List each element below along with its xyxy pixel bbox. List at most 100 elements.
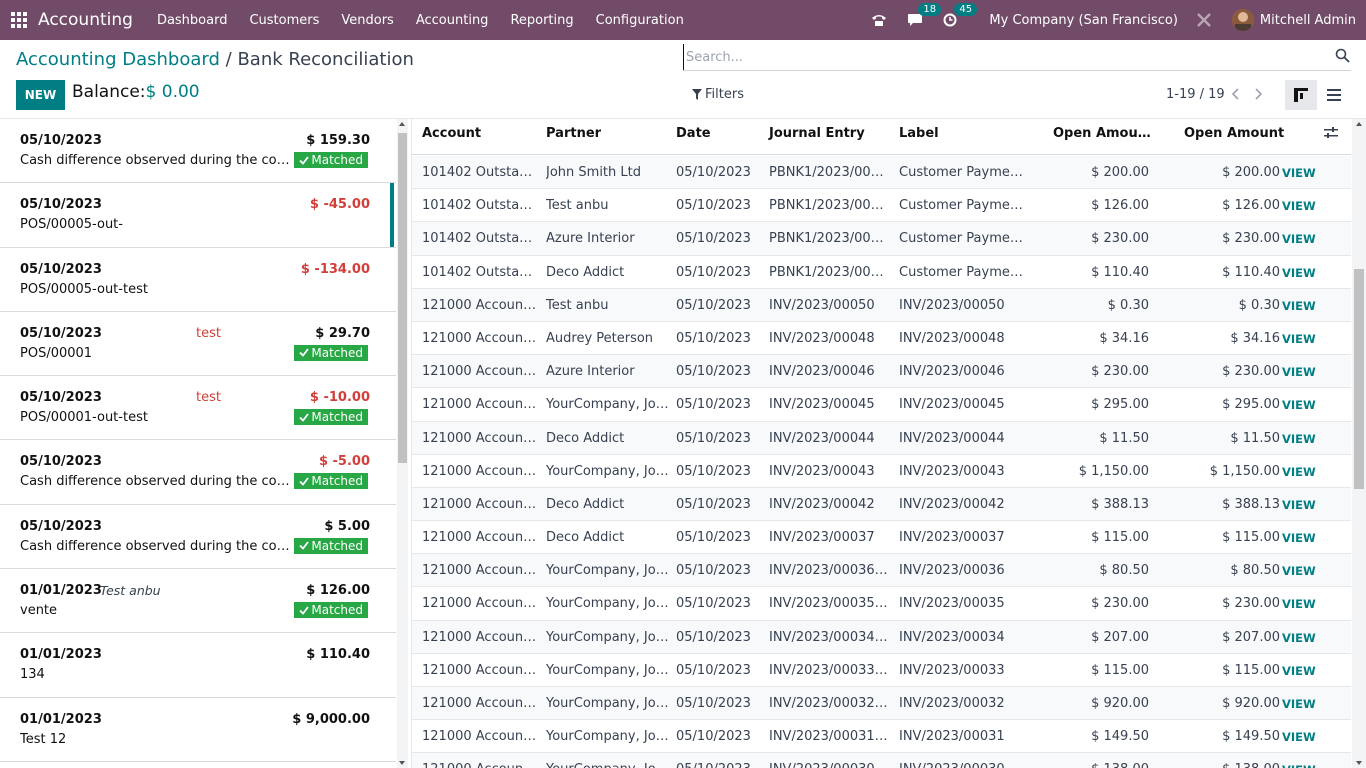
column-date[interactable]: Date (676, 126, 711, 141)
view-button[interactable]: VIEW (1282, 597, 1316, 611)
table-row[interactable]: 121000 Account Receivable YourCompany, Jo… (412, 388, 1351, 422)
view-button[interactable]: VIEW (1282, 398, 1316, 412)
new-button[interactable]: NEW (16, 80, 65, 110)
pager-previous-icon[interactable] (1228, 84, 1244, 104)
table-row[interactable]: 121000 Account Receivable Deco Addict 05/1… (412, 421, 1351, 455)
scrollbar-thumb[interactable] (398, 133, 407, 463)
debug-tools-icon[interactable] (1196, 12, 1212, 28)
view-button[interactable]: VIEW (1282, 266, 1316, 280)
table-row[interactable]: 101402 Outstanding Receipts Test anbu 05/1… (412, 189, 1351, 223)
cell-partner: YourCompany, Joel Willis (546, 397, 670, 413)
view-button[interactable]: VIEW (1282, 664, 1316, 678)
column-partner[interactable]: Partner (546, 126, 601, 141)
view-button[interactable]: VIEW (1282, 166, 1316, 180)
search-icon[interactable] (1335, 48, 1351, 64)
column-label[interactable]: Label (899, 126, 939, 141)
search-input[interactable] (683, 44, 1303, 70)
table-row[interactable]: 101402 Outstanding Receipts John Smith Lt… (412, 156, 1351, 190)
scroll-up-icon[interactable] (399, 122, 405, 126)
scrollbar-thumb[interactable] (1354, 269, 1364, 489)
scroll-down-icon[interactable] (399, 761, 405, 765)
cell-label: INV/2023/00037 (899, 530, 1005, 546)
table-row[interactable]: 121000 Account Receivable Deco Addict 05/1… (412, 487, 1351, 522)
view-button[interactable]: VIEW (1282, 299, 1316, 313)
list-view-icon[interactable] (1320, 80, 1348, 110)
table-row[interactable]: 121000 Account Receivable Deco Addict 05/1… (412, 521, 1351, 555)
view-button[interactable]: VIEW (1282, 465, 1316, 479)
user-menu[interactable]: Mitchell Admin (1260, 13, 1356, 28)
statement-line[interactable]: 05/10/2023 test $ 29.70 POS/00001 Matched (0, 311, 396, 377)
column-account[interactable]: Account (422, 126, 481, 141)
phone-icon[interactable] (871, 13, 887, 27)
view-button[interactable]: VIEW (1282, 498, 1316, 512)
statement-line[interactable]: 05/10/2023 $ -5.00 Cash difference observe… (0, 440, 396, 505)
view-button[interactable]: VIEW (1282, 730, 1316, 744)
apps-menu-icon[interactable] (0, 0, 38, 40)
pager-value[interactable]: 1-19 / 19 (1166, 87, 1225, 102)
table-row[interactable]: 101402 Outstanding Receipts Azure Interio… (412, 222, 1351, 256)
table-row[interactable]: 121000 Account Receivable YourCompany, Jo… (412, 753, 1351, 768)
cell-account: 121000 Account Receivable (422, 496, 540, 512)
column-settings-icon[interactable] (1324, 127, 1340, 143)
cell-partner: Audrey Peterson (546, 330, 654, 346)
scroll-down-icon[interactable] (1356, 761, 1362, 765)
view-button[interactable]: VIEW (1282, 763, 1316, 768)
column-open-amount-currency[interactable]: Open Amount… (1053, 126, 1153, 141)
messages-icon[interactable]: 18 (907, 3, 942, 27)
view-button[interactable]: VIEW (1282, 697, 1316, 711)
table-row[interactable]: 121000 Account Receivable YourCompany, Jo… (412, 620, 1351, 654)
cell-open-amount-currency: $ 207.00 (1091, 629, 1149, 645)
cell-date: 05/10/2023 (676, 563, 751, 579)
user-avatar[interactable] (1231, 9, 1254, 31)
statement-list-scrollbar[interactable] (397, 119, 408, 768)
table-row[interactable]: 101402 Outstanding Receipts Deco Addict 05… (412, 256, 1351, 289)
table-row[interactable]: 121000 Account Receivable Audrey Peterson… (412, 322, 1351, 356)
column-open-amount[interactable]: Open Amount (1184, 126, 1284, 141)
statement-line[interactable]: 01/01/2023 $ 9,000.00 Test 12 (0, 697, 396, 762)
view-button[interactable]: VIEW (1282, 199, 1316, 213)
app-brand[interactable]: Accounting (38, 10, 133, 30)
cell-date: 05/10/2023 (676, 397, 751, 413)
statement-amount: $ 126.00 (306, 583, 370, 599)
view-button[interactable]: VIEW (1282, 332, 1316, 346)
cell-label: INV/2023/00046 (899, 364, 1005, 380)
scroll-up-icon[interactable] (1356, 122, 1362, 126)
table-row[interactable]: 121000 Account Receivable YourCompany, Jo… (412, 587, 1351, 621)
statement-line[interactable]: 05/10/2023 $ -45.00 POS/00005-out- (0, 183, 396, 248)
kanban-view-icon[interactable] (1285, 80, 1317, 110)
menu-accounting[interactable]: Accounting (416, 13, 489, 28)
cell-label: INV/2023/00048 (899, 330, 1005, 346)
table-row[interactable]: 121000 Account Receivable Azure Interior 0… (412, 355, 1351, 389)
view-button[interactable]: VIEW (1282, 564, 1316, 578)
statement-line[interactable]: 01/01/2023 $ 110.40 134 (0, 633, 396, 698)
view-button[interactable]: VIEW (1282, 232, 1316, 246)
table-row[interactable]: 121000 Account Receivable YourCompany, Jo… (412, 455, 1351, 488)
menu-dashboard[interactable]: Dashboard (157, 13, 228, 28)
table-row[interactable]: 121000 Account Receivable YourCompany, Jo… (412, 687, 1351, 721)
activities-clock-icon[interactable]: 45 (943, 3, 978, 27)
menu-customers[interactable]: Customers (249, 13, 319, 28)
menu-reporting[interactable]: Reporting (510, 13, 573, 28)
view-button[interactable]: VIEW (1282, 631, 1316, 645)
table-scrollbar[interactable] (1352, 119, 1366, 768)
statement-line[interactable]: 05/10/2023 $ 5.00 Cash difference observed… (0, 504, 396, 570)
cell-account: 121000 Account Receivable (422, 430, 540, 446)
pager-next-icon[interactable] (1250, 84, 1266, 104)
menu-vendors[interactable]: Vendors (341, 13, 393, 28)
column-journal-entry[interactable]: Journal Entry (769, 126, 865, 141)
menu-configuration[interactable]: Configuration (596, 13, 684, 28)
statement-line[interactable]: 05/10/2023 $ -134.00 POS/00005-out-test (0, 247, 396, 312)
table-row[interactable]: 121000 Account Receivable YourCompany, Jo… (412, 554, 1351, 588)
table-row[interactable]: 121000 Account Receivable YourCompany, Jo… (412, 654, 1351, 687)
breadcrumb-parent-link[interactable]: Accounting Dashboard (16, 49, 220, 70)
company-switcher[interactable]: My Company (San Francisco) (989, 13, 1177, 28)
table-row[interactable]: 121000 Account Receivable Test anbu 05/10/… (412, 288, 1351, 322)
statement-line[interactable]: 05/10/2023 $ 159.30 Cash difference observ… (0, 119, 396, 184)
statement-line[interactable]: 01/01/2023 Test anbu $ 126.00 vente Matched (0, 569, 396, 634)
filters-toggle[interactable]: Filters (692, 87, 744, 102)
table-row[interactable]: 121000 Account Receivable YourCompany, Jo… (412, 720, 1351, 754)
statement-line[interactable]: 05/10/2023 test $ -10.00 POS/00001-out-test… (0, 376, 396, 441)
view-button[interactable]: VIEW (1282, 365, 1316, 379)
view-button[interactable]: VIEW (1282, 432, 1316, 446)
view-button[interactable]: VIEW (1282, 531, 1316, 545)
